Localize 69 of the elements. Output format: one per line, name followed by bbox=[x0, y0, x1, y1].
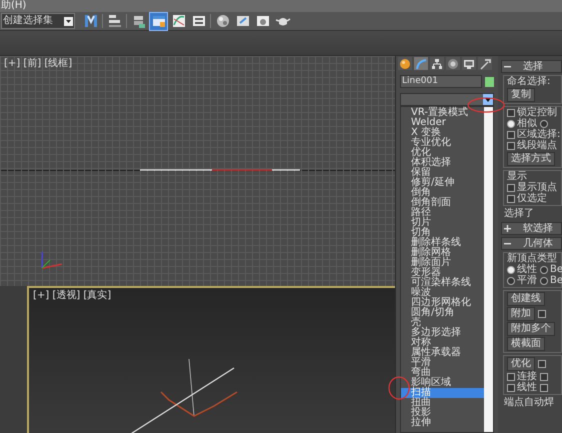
viewport[interactable]: [+] [透视] [真实] bbox=[27, 286, 395, 433]
list-item[interactable]: 切片 bbox=[401, 218, 484, 228]
panel-button[interactable]: 附加 bbox=[507, 307, 535, 321]
list-item[interactable]: 删除网格 bbox=[401, 248, 484, 258]
list-item[interactable]: 壳 bbox=[401, 318, 484, 328]
radio-label: Be bbox=[550, 265, 562, 275]
list-item[interactable]: 删除样条线 bbox=[401, 238, 484, 248]
radio-label: 平滑 bbox=[517, 276, 537, 286]
viewport-label[interactable]: [+] [前] [线框] bbox=[4, 58, 72, 69]
list-item[interactable]: 切角 bbox=[401, 228, 484, 238]
list-item[interactable]: 修剪/延伸 bbox=[401, 178, 484, 188]
rollout-header[interactable]: 软选择 bbox=[501, 222, 562, 235]
radio-label: 线性 bbox=[517, 265, 537, 275]
panel-button[interactable]: 横截面 bbox=[507, 337, 545, 351]
checkbox-label: 显示顶点 bbox=[517, 183, 557, 193]
rollout-title: 几何体 bbox=[523, 238, 553, 248]
list-item[interactable]: 删除面片 bbox=[401, 258, 484, 268]
checkbox-label: 线性 bbox=[517, 383, 537, 393]
group-label: 显示 bbox=[507, 172, 528, 182]
panel-text: 端点自动焊 bbox=[504, 398, 554, 408]
list-item[interactable]: 平滑 bbox=[401, 358, 484, 368]
list-item[interactable]: 体积选择 bbox=[401, 158, 484, 168]
list-item[interactable]: 圆角/切角 bbox=[401, 308, 484, 318]
object-name-field[interactable]: Line001 bbox=[400, 75, 482, 88]
list-item[interactable]: 多边形选择 bbox=[401, 328, 484, 338]
list-item[interactable]: 保留 bbox=[401, 168, 484, 178]
checkbox-label: 区域选择: bbox=[517, 130, 560, 140]
list-item[interactable]: 扭曲 bbox=[401, 398, 484, 408]
list-item[interactable]: VR-置换模式 bbox=[401, 108, 484, 118]
checkbox-label: 连接 bbox=[517, 372, 537, 382]
checkbox-label: 锁定控制 bbox=[517, 108, 557, 118]
group-label: 命名选择: bbox=[507, 77, 552, 87]
checkbox-label: 仅选定 bbox=[517, 194, 547, 204]
rollout-header[interactable]: 选择 bbox=[501, 60, 562, 73]
list-item[interactable]: 路径 bbox=[401, 208, 484, 218]
list-item[interactable]: 扫描 bbox=[401, 388, 484, 398]
list-item[interactable]: 弯曲 bbox=[401, 368, 484, 378]
viewport[interactable]: [+] [前] [线框] bbox=[0, 56, 395, 286]
rollout-title: 软选择 bbox=[523, 224, 553, 234]
list-item[interactable]: 对称 bbox=[401, 338, 484, 348]
list-item[interactable]: 变形器 bbox=[401, 268, 484, 278]
selection-set-dropdown[interactable]: 创建选择集 bbox=[1, 13, 75, 29]
list-item[interactable]: 优化 bbox=[401, 148, 484, 158]
list-item[interactable]: 影响区域 bbox=[401, 378, 484, 388]
group-label: 新顶点类型 bbox=[507, 254, 558, 264]
list-item[interactable]: 可渲染样条线 bbox=[401, 278, 484, 288]
list-item[interactable]: X 变换 bbox=[401, 128, 484, 138]
rollout-header[interactable]: 几何体 bbox=[501, 237, 562, 250]
checkbox-label: 线段端点 bbox=[517, 141, 557, 151]
panel-button[interactable]: 附加多个 bbox=[507, 322, 555, 336]
radio-label: 相似 bbox=[517, 119, 537, 129]
menu-item[interactable]: 助(H) bbox=[0, 0, 26, 12]
list-item[interactable]: 四边形网格化 bbox=[401, 298, 484, 308]
list-item[interactable]: 拉伸 bbox=[401, 418, 484, 428]
panel-button[interactable]: 选择方式 bbox=[507, 152, 555, 166]
panel-button[interactable]: 优化 bbox=[507, 357, 535, 371]
panel-text: 选择了 bbox=[504, 209, 534, 219]
rollout-title: 选择 bbox=[523, 62, 543, 72]
list-item[interactable]: 倒角 bbox=[401, 188, 484, 198]
list-item[interactable]: 倒角剖面 bbox=[401, 198, 484, 208]
panel-button[interactable]: 复制 bbox=[507, 88, 535, 102]
list-item[interactable]: 属性承载器 bbox=[401, 348, 484, 358]
list-item[interactable]: 噪波 bbox=[401, 288, 484, 298]
list-item[interactable]: 专业优化 bbox=[401, 138, 484, 148]
list-item[interactable]: Welder bbox=[401, 118, 484, 128]
viewport-label[interactable]: [+] [透视] [真实] bbox=[33, 290, 112, 301]
panel-button[interactable]: 创建线 bbox=[507, 292, 545, 306]
list-item[interactable]: 投影 bbox=[401, 408, 484, 418]
radio-label: Be bbox=[550, 276, 562, 286]
